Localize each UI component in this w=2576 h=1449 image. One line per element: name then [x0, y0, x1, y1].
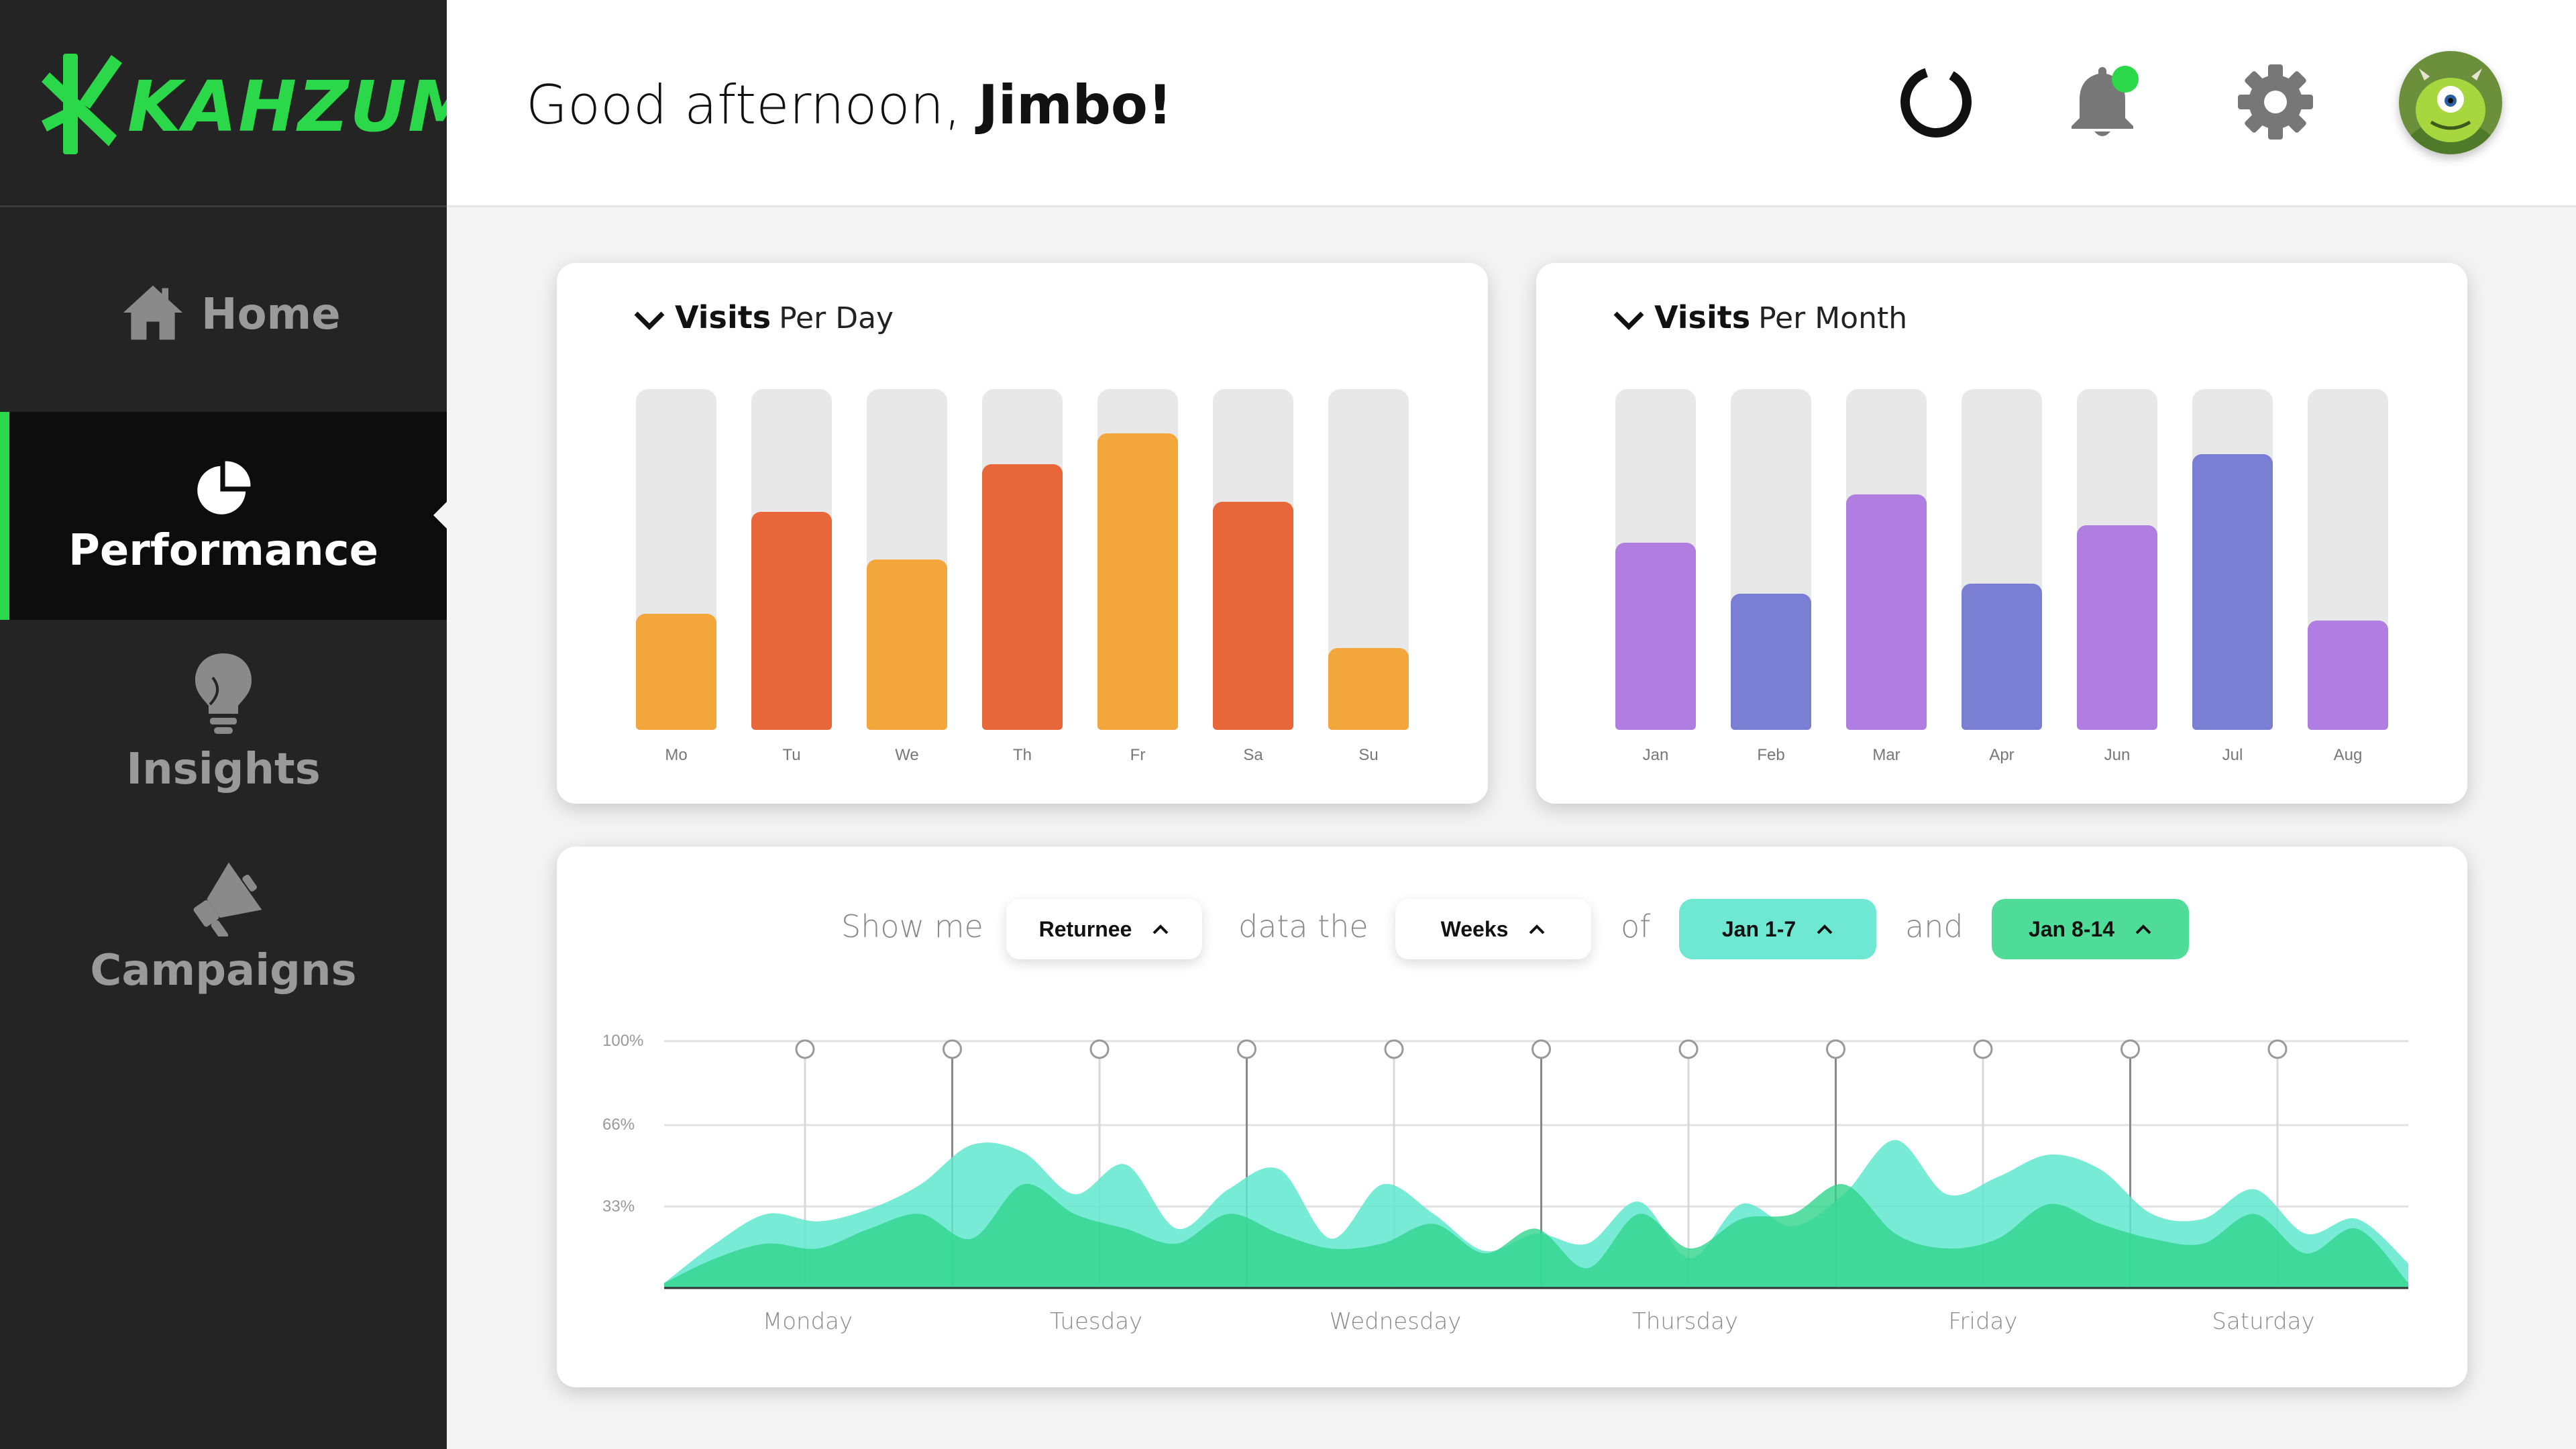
bar-label: Sa: [1243, 746, 1263, 764]
bar-label: Th: [1012, 746, 1032, 764]
marker-handle: [1237, 1039, 1256, 1059]
y-tick-label: 66%: [602, 1116, 635, 1134]
bar-mar[interactable]: [1846, 494, 1927, 730]
pie-chart-icon: [197, 461, 251, 515]
greeting-prefix: Good afternoon,: [526, 74, 979, 136]
marker-handle: [1089, 1039, 1110, 1059]
bar-jun[interactable]: [2077, 525, 2157, 730]
bar-mo[interactable]: [636, 614, 716, 730]
active-indicator: [0, 412, 9, 620]
lightbulb-icon: [195, 653, 252, 734]
bar-label: Apr: [1989, 746, 2015, 764]
visits-per-day-card: Visits Per Day Mo Tu We Th Fr Sa Su: [557, 263, 1488, 804]
sidebar: KAHZUM Home Performance Insights Campaig…: [0, 0, 477, 1449]
bar-track: [2077, 389, 2157, 730]
bar-chart-per-month: Jan Feb Mar Apr Jun Jul Aug: [1536, 263, 2467, 804]
notification-dot: [2112, 66, 2139, 93]
bar-track: [1097, 389, 1178, 730]
bar-label: We: [895, 746, 919, 764]
gear-icon[interactable]: [2235, 62, 2316, 142]
bar-label: Mo: [665, 746, 688, 764]
y-tick-label: 33%: [602, 1197, 635, 1216]
bar-label: Aug: [2333, 746, 2363, 764]
bar-jan[interactable]: [1615, 542, 1696, 730]
bar-aug[interactable]: [2308, 621, 2388, 730]
x-axis-label: Thursday: [1631, 1308, 1739, 1335]
bar-feb[interactable]: [1731, 593, 1811, 730]
bar-track: [636, 389, 716, 730]
x-axis-label: Wednesday: [1329, 1308, 1462, 1335]
bar-track: [1962, 389, 2042, 730]
top-header: Good afternoon, Jimbo!: [447, 0, 2576, 207]
caret-left-icon: [433, 502, 447, 529]
bar-track: [1731, 389, 1811, 730]
bar-track: [1328, 389, 1409, 730]
bar-tu[interactable]: [751, 511, 832, 730]
bar-label: Tu: [782, 746, 801, 764]
bar-track: [2308, 389, 2388, 730]
home-icon: [123, 285, 183, 340]
bar-track: [1615, 389, 1696, 730]
x-axis-label: Saturday: [2212, 1308, 2315, 1335]
loading-spinner-icon[interactable]: [1896, 62, 1976, 142]
bar-label: Su: [1358, 746, 1379, 764]
bar-track: [982, 389, 1063, 730]
bar-apr[interactable]: [1962, 583, 2042, 730]
bar-label: Mar: [1872, 746, 1900, 764]
sidebar-item-performance[interactable]: Performance: [0, 412, 447, 620]
bar-we[interactable]: [867, 559, 947, 730]
marker-handle: [2121, 1039, 2140, 1059]
returnee-comparison-card: Show me Returnee data the Weeks of Jan 1…: [557, 847, 2467, 1387]
sidebar-item-label: Insights: [126, 745, 321, 794]
marker-handle: [1973, 1039, 1993, 1059]
bar-chart-per-day: Mo Tu We Th Fr Sa Su: [557, 263, 1488, 804]
bar-track: [867, 389, 947, 730]
user-avatar[interactable]: [2399, 51, 2502, 154]
x-axis-label: Monday: [762, 1308, 853, 1335]
bar-sa[interactable]: [1213, 501, 1293, 730]
brand-logo[interactable]: KAHZUM: [0, 0, 477, 207]
megaphone-icon: [193, 862, 262, 936]
bar-th[interactable]: [982, 464, 1063, 730]
sidebar-item-label: Campaigns: [90, 946, 357, 996]
bell-icon[interactable]: [2062, 62, 2143, 142]
user-name: Jimbo!: [978, 74, 1173, 136]
sidebar-item-home[interactable]: Home: [0, 268, 447, 356]
sidebar-item-label: Performance: [68, 526, 379, 576]
bar-track: [1846, 389, 1927, 730]
sidebar-item-label: Home: [201, 290, 341, 339]
marker-handle: [1384, 1039, 1404, 1059]
bar-jul[interactable]: [2192, 453, 2273, 730]
greeting: Good afternoon, Jimbo!: [526, 74, 1172, 136]
marker-handle: [795, 1039, 815, 1059]
sidebar-item-insights[interactable]: Insights: [0, 651, 447, 805]
bar-track: [751, 389, 832, 730]
marker-handle: [1826, 1039, 1845, 1059]
marker-handle: [2267, 1039, 2288, 1059]
bar-fr[interactable]: [1097, 433, 1178, 730]
marker-handle: [1678, 1039, 1699, 1059]
kahzum-logo-icon: [42, 54, 122, 154]
bar-label: Feb: [1757, 746, 1785, 764]
area-chart: [664, 1039, 2408, 1289]
bar-su[interactable]: [1328, 648, 1409, 730]
brand-name: KAHZUM: [127, 66, 479, 148]
y-tick-label: 100%: [602, 1032, 644, 1050]
avatar-image: [2399, 51, 2502, 154]
visits-per-month-card: Visits Per Month Jan Feb Mar Apr Jun Jul Aug: [1536, 263, 2467, 804]
bar-label: Jun: [2104, 746, 2131, 764]
marker-handle: [943, 1039, 962, 1059]
bar-track: [1213, 389, 1293, 730]
marker-handle: [1532, 1039, 1551, 1059]
x-axis-label: Friday: [1948, 1308, 2018, 1335]
sidebar-item-campaigns[interactable]: Campaigns: [0, 852, 447, 1006]
bar-track: [2192, 389, 2273, 730]
x-axis-label: Tuesday: [1049, 1308, 1143, 1335]
bar-label: Jan: [1642, 746, 1669, 764]
bar-label: Jul: [2222, 746, 2243, 764]
bar-label: Fr: [1130, 746, 1146, 764]
